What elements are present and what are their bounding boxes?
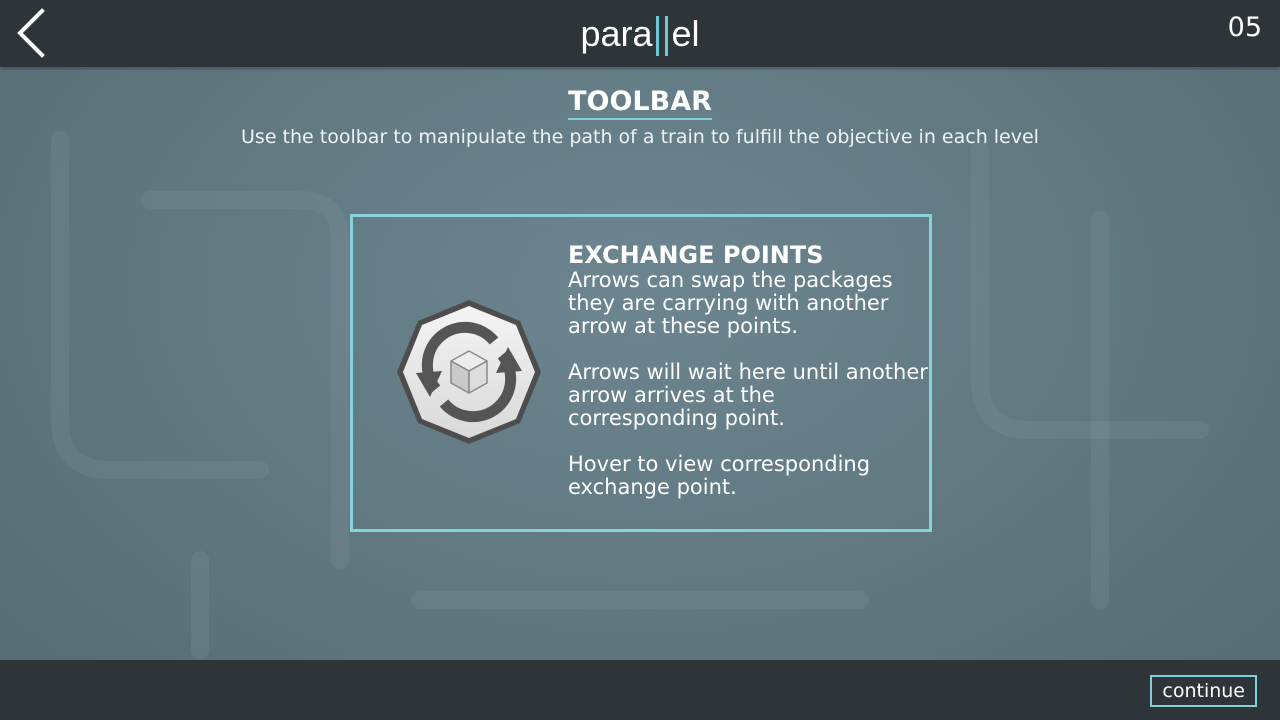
logo-text-right: el: [671, 12, 700, 54]
card-paragraph-2: Arrows will wait here until another arro…: [568, 360, 928, 430]
page-title-text: TOOLBAR: [568, 86, 712, 120]
logo-text-left: para: [580, 12, 653, 54]
logo-parallel-bars: [655, 15, 670, 56]
continue-button[interactable]: continue: [1150, 675, 1257, 707]
exchange-point-icon: [397, 300, 541, 444]
card-paragraph-3: Hover to view corresponding exchange poi…: [568, 452, 871, 499]
bottom-bar: continue: [0, 660, 1280, 720]
card-text: EXCHANGE POINTS Arrows can swap the pack…: [568, 241, 928, 522]
top-bar: para el 05: [0, 0, 1280, 67]
info-card: EXCHANGE POINTS Arrows can swap the pack…: [350, 214, 932, 532]
card-heading: EXCHANGE POINTS: [568, 241, 824, 269]
level-number: 05: [1227, 12, 1262, 43]
parallel-logo: para el: [0, 0, 1280, 67]
page-subtitle: Use the toolbar to manipulate the path o…: [241, 126, 1039, 148]
card-paragraph-1: Arrows can swap the packages they are ca…: [568, 268, 893, 338]
page-title: TOOLBAR: [0, 86, 1280, 120]
